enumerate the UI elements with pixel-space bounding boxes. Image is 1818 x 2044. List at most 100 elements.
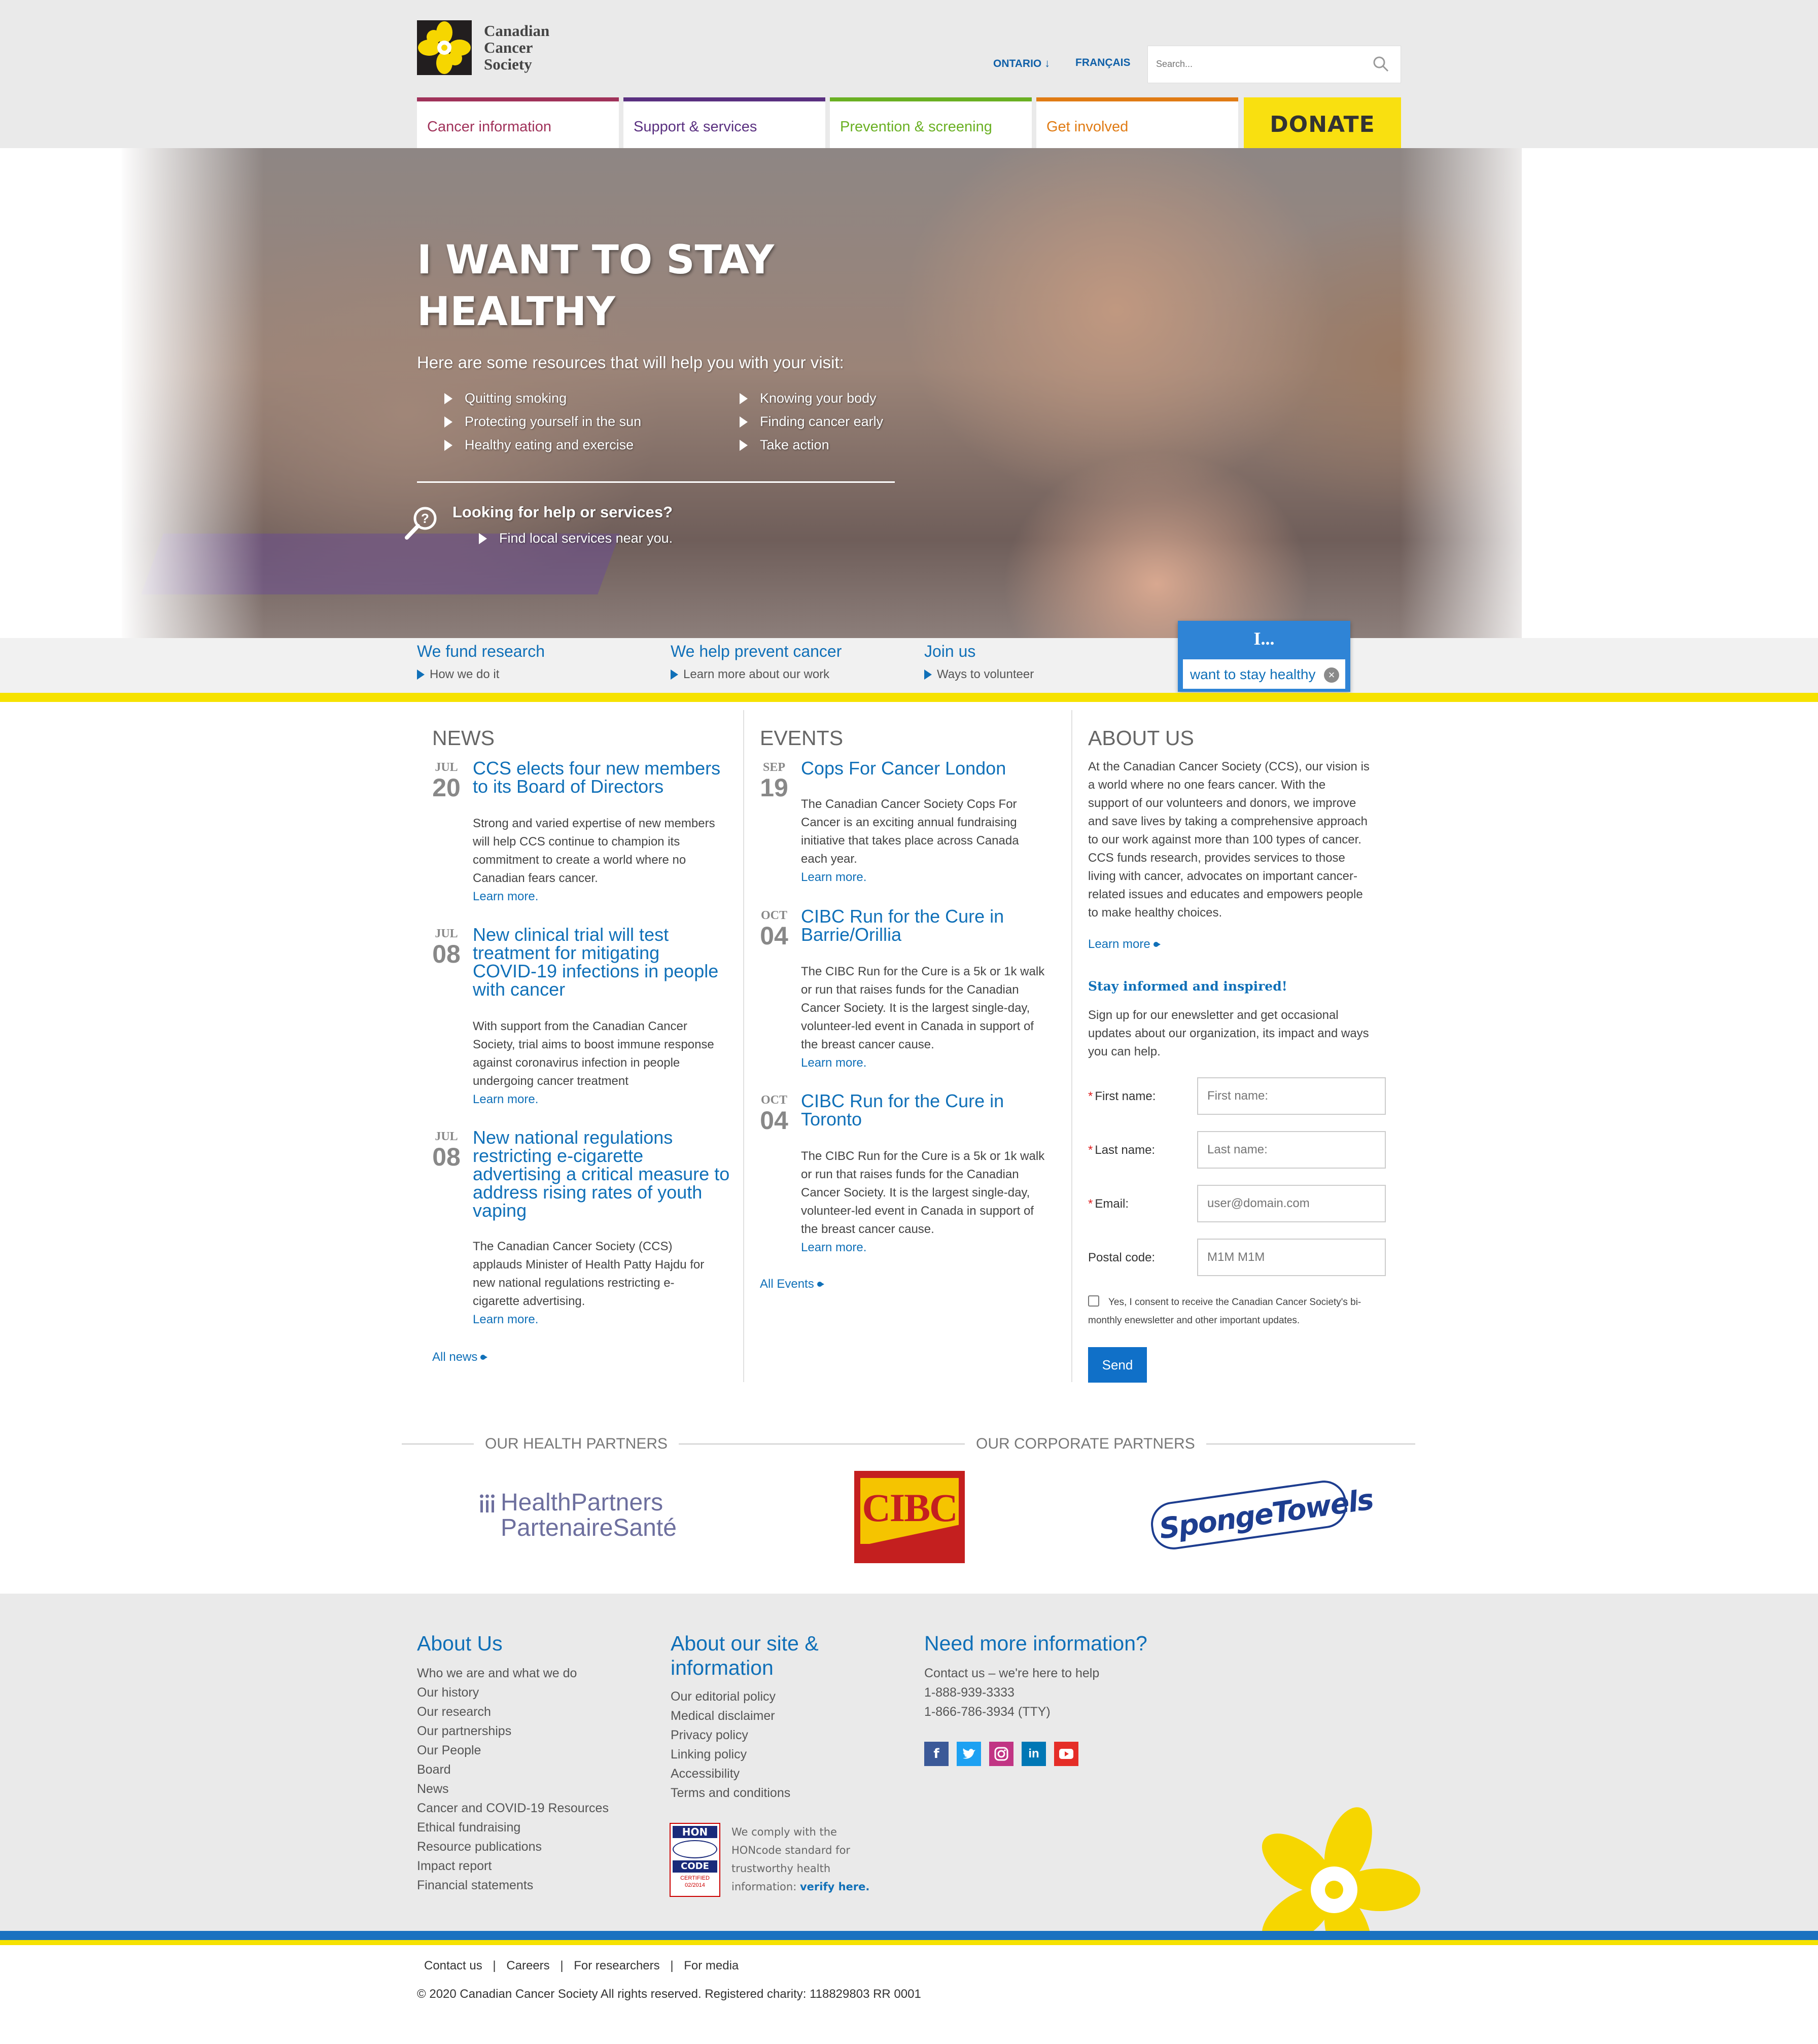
date-day: 20 (432, 773, 461, 802)
last-name-input[interactable] (1197, 1131, 1386, 1169)
footer-link[interactable]: News (417, 1779, 609, 1799)
learn-more-link[interactable]: Learn more. (801, 1239, 1044, 1257)
hero-link-label: Protecting yourself in the sun (465, 414, 642, 429)
hero-link-healthy-eating[interactable]: Healthy eating and exercise (444, 437, 634, 453)
strip-link-learn-more-work[interactable]: Learn more about our work (671, 667, 829, 682)
learn-more-link[interactable]: Learn more. (473, 1311, 704, 1329)
nav-tab-cancer-information[interactable]: Cancer information (417, 97, 619, 148)
footer-link[interactable]: Terms and conditions (671, 1783, 790, 1803)
search-icon[interactable] (1372, 55, 1389, 75)
twitter-icon[interactable] (957, 1742, 981, 1766)
footer-link[interactable]: Medical disclaimer (671, 1706, 790, 1725)
footer-link[interactable]: Ethical fundraising (417, 1818, 609, 1837)
news-title[interactable]: New clinical trial will test treatment fo… (473, 926, 718, 999)
all-news-link[interactable]: All news (432, 1350, 488, 1364)
hon-code-badge[interactable]: HON CODE CERTIFIED 02/2014 (670, 1823, 720, 1897)
news-title[interactable]: CCS elects four new members to its Board … (473, 759, 720, 796)
instagram-icon[interactable] (989, 1742, 1013, 1766)
footer-link[interactable]: Our editorial policy (671, 1687, 790, 1706)
search-input[interactable] (1148, 46, 1351, 82)
phone-number[interactable]: 1-888-939-3333 (924, 1683, 1099, 1702)
footer-link[interactable]: Linking policy (671, 1745, 790, 1764)
body-line: Strong and varied expertise of new membe… (473, 817, 715, 830)
region-selector[interactable]: ONTARIO ↓ (993, 57, 1050, 70)
healthpartners-logo[interactable]: HealthPartners PartenaireSanté (479, 1490, 677, 1541)
hero-link-take-action[interactable]: Take action (740, 437, 829, 453)
footer-link[interactable]: Cancer and COVID-19 Resources (417, 1799, 609, 1818)
footer-link[interactable]: Who we are and what we do (417, 1664, 609, 1683)
footer-link[interactable]: Impact report (417, 1856, 609, 1876)
label-text: Email: (1095, 1197, 1129, 1211)
news-date: JUL 08 (430, 1130, 463, 1170)
learn-more-link[interactable]: Learn more. (473, 1090, 714, 1109)
close-icon[interactable]: × (1324, 667, 1339, 683)
bottom-link-media[interactable]: For media (684, 1959, 739, 1972)
footer-link[interactable]: Our People (417, 1741, 609, 1760)
tty-number[interactable]: 1-866-786-3934 (TTY) (924, 1702, 1099, 1721)
learn-more-link[interactable]: Learn more. (801, 1054, 1044, 1072)
learn-more-link[interactable]: Learn more. (473, 888, 715, 906)
email-input[interactable] (1197, 1185, 1386, 1222)
spongetowels-logo[interactable]: SpongeTowels (1147, 1475, 1375, 1556)
date-day: 04 (760, 922, 788, 950)
footer-link[interactable]: Our research (417, 1702, 609, 1721)
arrow-down-icon: ↓ (1044, 57, 1051, 69)
event-title[interactable]: CIBC Run for the Cure in Toronto (801, 1092, 1004, 1129)
footer-link[interactable]: Our partnerships (417, 1721, 609, 1741)
i-want-selector[interactable]: want to stay healthy × (1183, 659, 1345, 689)
find-local-services-link[interactable]: Find local services near you. (479, 531, 673, 546)
hero-link-quitting-smoking[interactable]: Quitting smoking (444, 391, 567, 406)
site-logo[interactable]: Canadian Cancer Society (417, 20, 569, 75)
footer-link[interactable]: Board (417, 1760, 609, 1779)
footer-site-info-heading[interactable]: About our site & information (671, 1631, 819, 1680)
footer-contact-heading: Need more information? (924, 1632, 1147, 1655)
body-line: commitment to create a world where no (473, 853, 686, 867)
label-text: Last name: (1095, 1143, 1156, 1157)
footer-link[interactable]: Resource publications (417, 1837, 609, 1856)
contact-link[interactable]: Contact us – we're here to help (924, 1664, 1099, 1683)
body-line: the breast cancer cause. (801, 1222, 934, 1236)
nav-tab-prevention-screening[interactable]: Prevention & screening (830, 97, 1032, 148)
donate-button[interactable]: DONATE (1244, 97, 1401, 148)
title-line: COVID-19 infections in people (473, 961, 719, 981)
consent-row: Yes, I consent to receive the Canadian C… (1088, 1293, 1392, 1330)
footer-link[interactable]: Our history (417, 1683, 609, 1702)
strip-link-how-we-do-it[interactable]: How we do it (417, 667, 499, 682)
strip-title-join-us[interactable]: Join us (924, 642, 975, 661)
nav-tab-support-services[interactable]: Support & services (623, 97, 825, 148)
first-name-input[interactable] (1197, 1077, 1386, 1115)
strip-title-fund-research[interactable]: We fund research (417, 642, 545, 661)
bottom-link-contact[interactable]: Contact us (424, 1959, 482, 1972)
hero-link-sun-protection[interactable]: Protecting yourself in the sun (444, 414, 641, 430)
facebook-icon[interactable]: f (924, 1742, 949, 1766)
cibc-logo[interactable]: CIBC (854, 1471, 965, 1563)
footer-link[interactable]: Accessibility (671, 1764, 790, 1783)
bottom-link-careers[interactable]: Careers (506, 1959, 549, 1972)
footer-link[interactable]: Privacy policy (671, 1725, 790, 1745)
strip-title-prevent-cancer[interactable]: We help prevent cancer (671, 642, 842, 661)
consent-checkbox[interactable] (1088, 1295, 1099, 1307)
hero-link-knowing-body[interactable]: Knowing your body (740, 391, 877, 406)
linkedin-icon[interactable]: in (1022, 1742, 1046, 1766)
hon-verify-link[interactable]: verify here. (800, 1881, 869, 1893)
strip-link-volunteer[interactable]: Ways to volunteer (924, 667, 1034, 682)
event-title[interactable]: CIBC Run for the Cure in Barrie/Orillia (801, 907, 1004, 944)
footer-about-heading[interactable]: About Us (417, 1631, 503, 1655)
send-button[interactable]: Send (1088, 1347, 1147, 1383)
postal-code-input[interactable] (1197, 1239, 1386, 1276)
footer-link[interactable]: Financial statements (417, 1876, 609, 1895)
event-title[interactable]: Cops For Cancer London (801, 759, 1006, 778)
nav-tab-get-involved[interactable]: Get involved (1036, 97, 1238, 148)
hero-link-finding-cancer-early[interactable]: Finding cancer early (740, 414, 883, 430)
learn-more-link[interactable]: Learn more. (801, 868, 1019, 887)
title-line: to its Board of Directors (473, 776, 664, 797)
language-toggle[interactable]: FRANÇAIS (1075, 57, 1131, 69)
all-events-link[interactable]: All Events (760, 1277, 824, 1291)
news-title[interactable]: New national regulations restricting e-ci… (473, 1129, 729, 1220)
body-line: and save lives by taking a comprehensive… (1088, 815, 1368, 828)
youtube-icon[interactable] (1054, 1742, 1078, 1766)
title-line: address rising rates of youth (473, 1182, 703, 1203)
about-learn-more-link[interactable]: Learn more (1088, 937, 1161, 951)
bottom-link-researchers[interactable]: For researchers (574, 1959, 659, 1972)
healthpartners-mark-icon (479, 1493, 496, 1516)
